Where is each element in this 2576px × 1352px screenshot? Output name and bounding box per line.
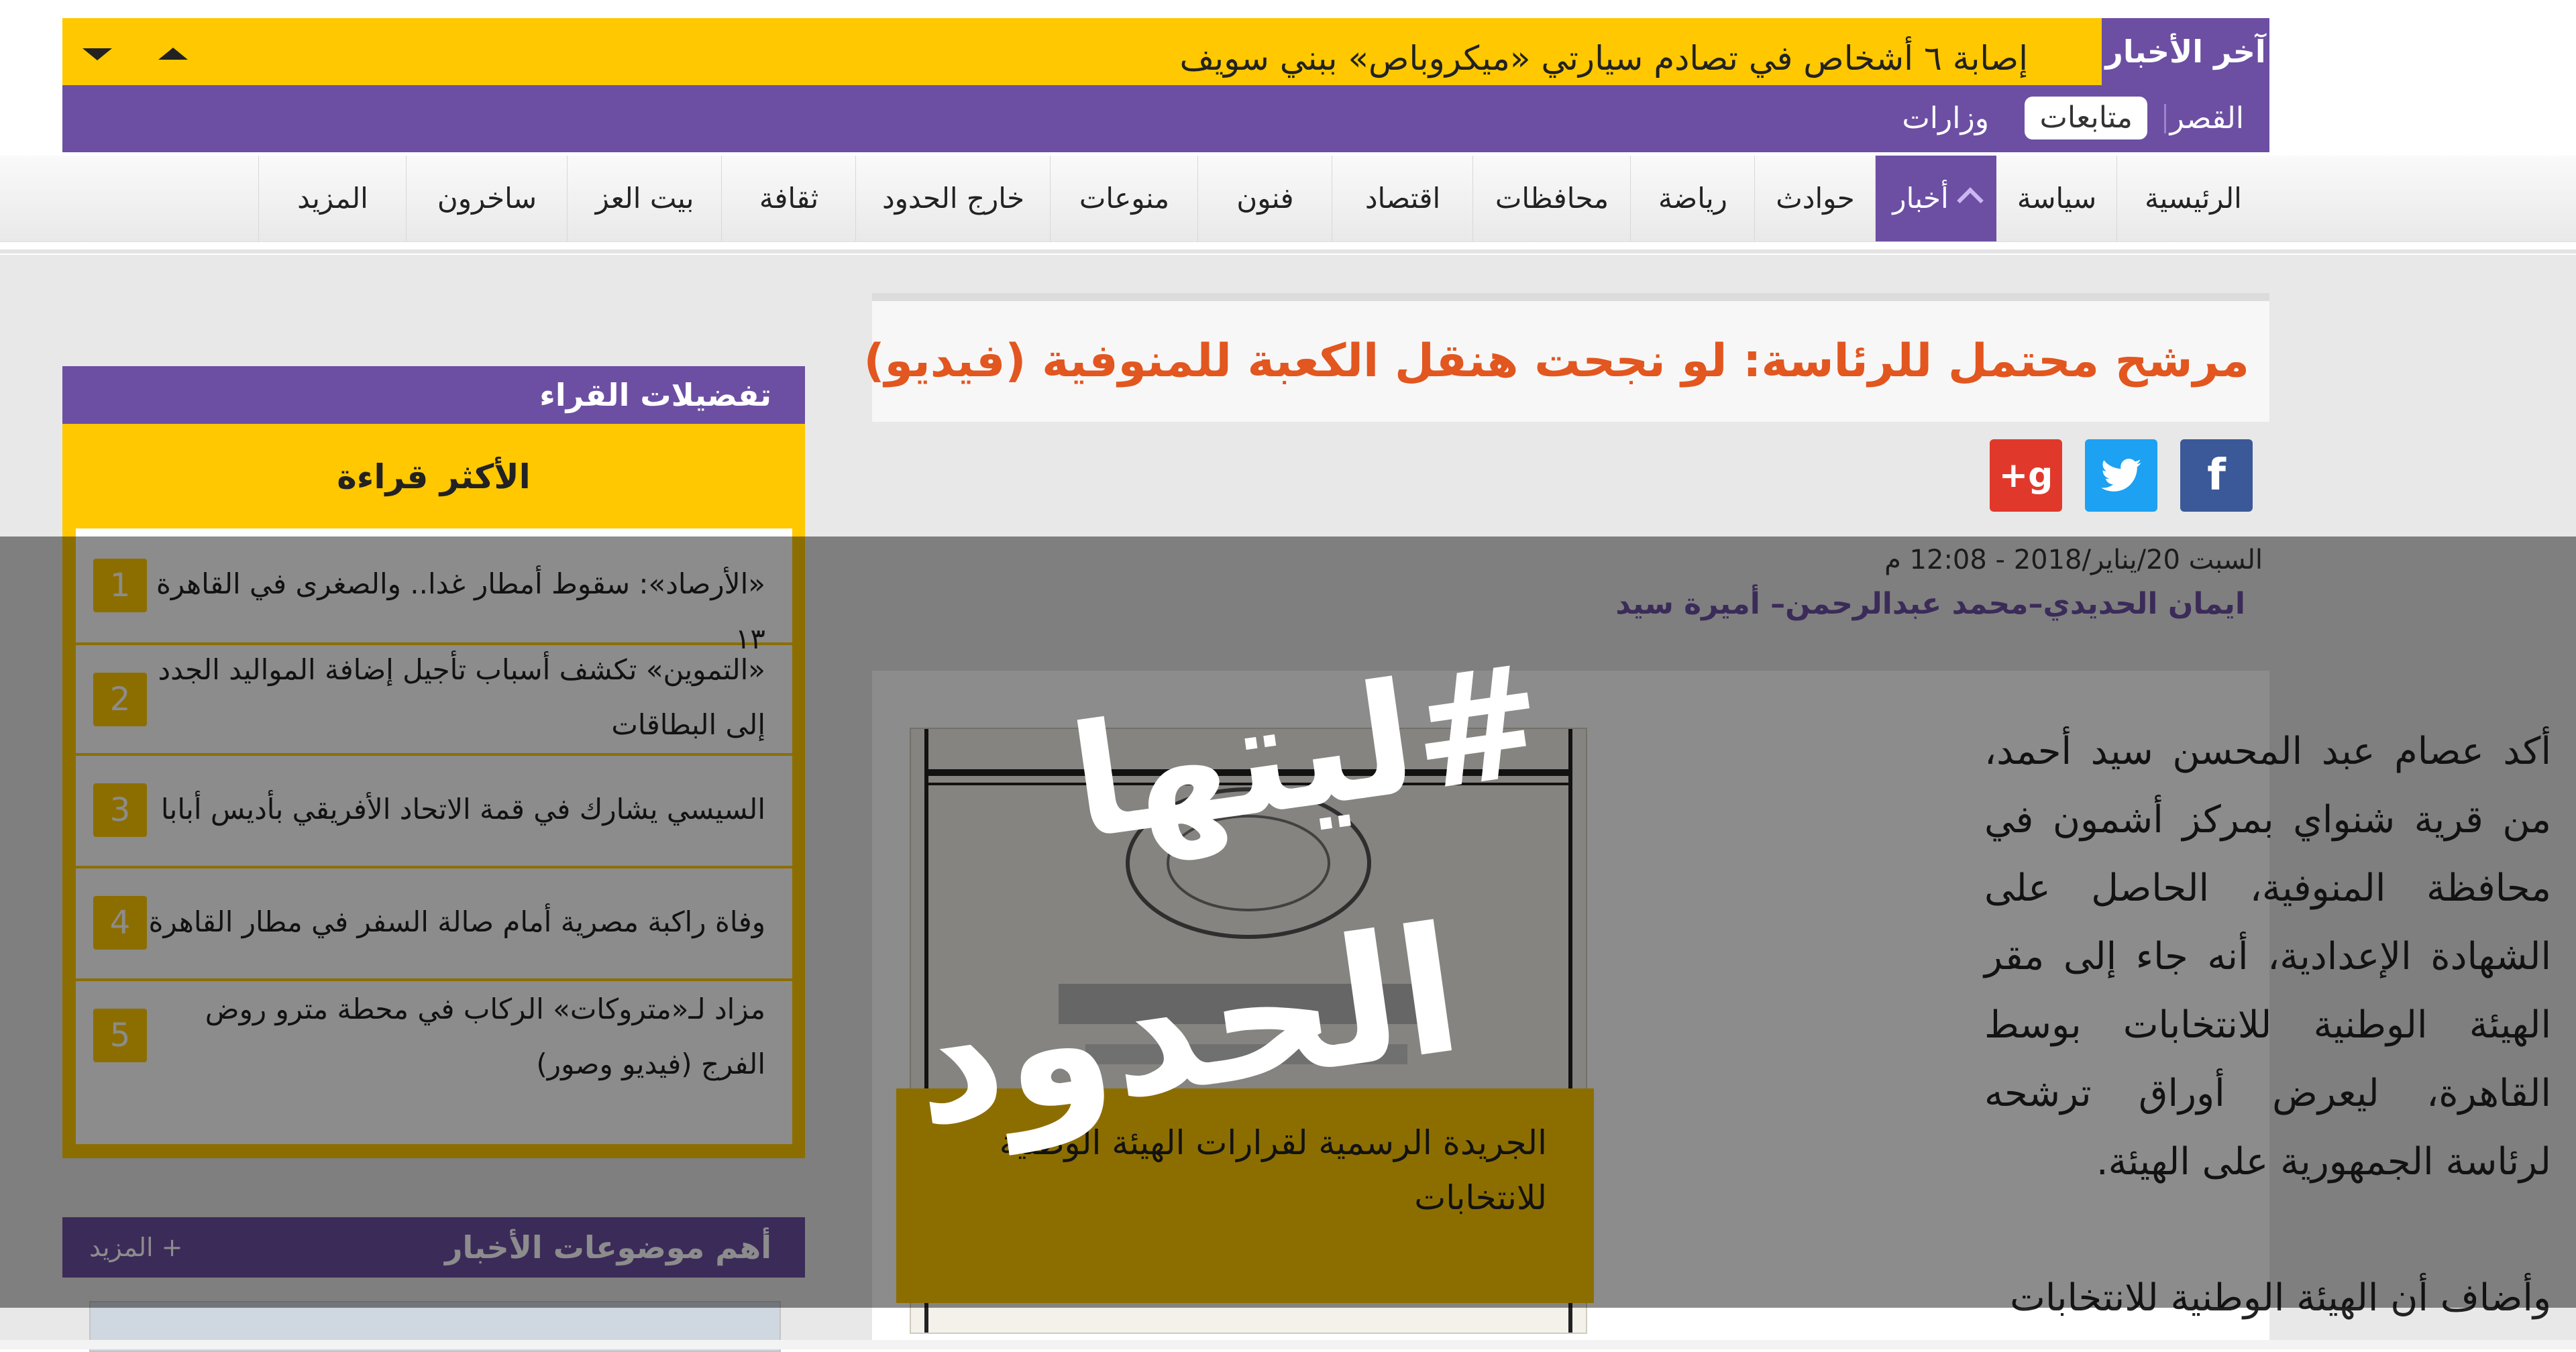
google-plus-icon: g+ (1998, 455, 2053, 496)
article-header: مرشح محتمل للرئاسة: لو نجحت هنقل الكعبة … (864, 293, 2269, 422)
sidebar-header: تفضيلات القراء (62, 366, 805, 424)
subnav-item-ministries[interactable]: وزارات (1902, 85, 1989, 152)
google-plus-share-button[interactable]: g+ (1990, 439, 2062, 512)
nav-item-more[interactable]: المزيد (258, 156, 407, 241)
nav-item-culture[interactable]: ثقافة (721, 156, 856, 241)
nav-item-governorates[interactable]: محافظات (1472, 156, 1631, 241)
subnav-item-palace[interactable]: القصر (2170, 85, 2244, 152)
page-bottom-strip (0, 1340, 2576, 1349)
ticker-up-arrow-icon[interactable] (158, 48, 188, 60)
nav-item-satire[interactable]: ساخرون (406, 156, 568, 241)
nav-item-politics[interactable]: سياسة (1996, 156, 2117, 241)
subnav-item-followups[interactable]: متابعات (2025, 97, 2147, 139)
stamp-word: الحدود (926, 889, 1472, 1168)
nav-item-home[interactable]: الرئيسية (2116, 156, 2269, 241)
subnav-divider (2164, 104, 2166, 133)
ticker-down-arrow-icon[interactable] (83, 48, 112, 60)
nav-item-economy[interactable]: اقتصاد (1332, 156, 1473, 241)
nav-item-misc[interactable]: منوعات (1050, 156, 1198, 241)
nav-item-sports[interactable]: رياضة (1630, 156, 1755, 241)
nav-item-news[interactable]: أخبار (1875, 156, 1996, 241)
sidebar-header-title: تفضيلات القراء (539, 377, 771, 413)
facebook-share-button[interactable]: f (2180, 439, 2253, 512)
calligraphy-stamp: #ليتها الحدود (900, 604, 1554, 1207)
news-ticker: آخر الأخبار إصابة ٦ أشخاص في تصادم سيارت… (62, 18, 2269, 85)
ticker-headline[interactable]: إصابة ٦ أشخاص في تصادم سيارتي «ميكروباص»… (1180, 18, 2029, 85)
main-navigation: الرئيسية سياسة أخبار حوادث رياضة محافظات… (62, 156, 2269, 241)
nav-item-beit-el-ezz[interactable]: بيت العز (567, 156, 722, 241)
facebook-icon: f (2207, 451, 2226, 500)
hashtag-calligraphy-icon: #ليتها الحدود (900, 631, 1554, 1168)
nav-item-arts[interactable]: فنون (1197, 156, 1332, 241)
twitter-share-button[interactable] (2085, 439, 2157, 512)
nav-item-accidents[interactable]: حوادث (1754, 156, 1876, 241)
nav-item-news-label: أخبار (1892, 182, 1949, 215)
chevron-up-icon (1956, 186, 1984, 214)
sub-navigation: القصر متابعات وزارات (62, 85, 2269, 152)
article-headline: مرشح محتمل للرئاسة: لو نجحت هنقل الكعبة … (863, 335, 2249, 388)
most-read-title: الأكثر قراءة (337, 457, 531, 496)
nav-item-beyond-borders[interactable]: خارج الحدود (855, 156, 1051, 241)
stamp-hashtag: #ليتها (1061, 631, 1529, 875)
nav-divider (0, 249, 2576, 253)
ticker-label: آخر الأخبار (2102, 18, 2269, 85)
twitter-icon (2101, 459, 2141, 492)
